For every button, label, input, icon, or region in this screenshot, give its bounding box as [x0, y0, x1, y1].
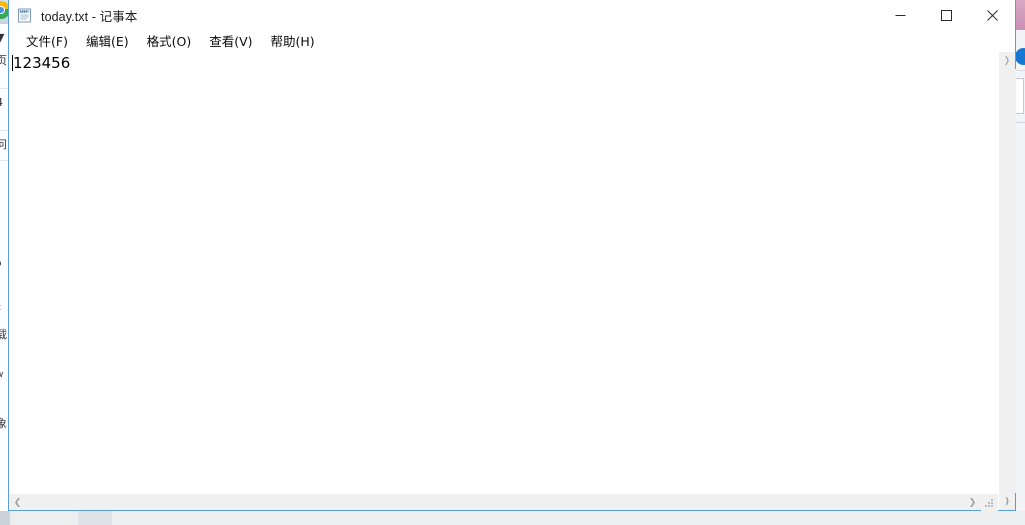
minimize-icon	[895, 14, 905, 16]
background-glyph: ▼	[0, 31, 4, 44]
background-glyph: 象	[0, 415, 7, 431]
blue-circle-icon	[1015, 48, 1025, 65]
close-button[interactable]	[969, 0, 1015, 30]
editor-line: 123456	[10, 54, 998, 72]
background-glyph: w	[0, 370, 3, 380]
background-glyph: c	[0, 303, 1, 313]
menu-item-edit[interactable]: 编辑(E)	[77, 29, 138, 53]
text-editor[interactable]: 123456	[9, 52, 998, 493]
background-taskbar-chip	[78, 511, 112, 525]
maximize-icon	[940, 9, 952, 21]
vertical-scroll-track[interactable]	[998, 69, 1016, 493]
horizontal-scroll-track[interactable]	[26, 494, 964, 511]
background-glyph: 载	[0, 326, 7, 342]
window-title: today.txt - 记事本	[41, 9, 138, 24]
menu-item-help[interactable]: 帮助(H)	[262, 29, 324, 53]
chevron-right-icon[interactable]: ❯	[964, 494, 981, 511]
maximize-button[interactable]	[923, 0, 969, 30]
resize-grip-icon[interactable]	[981, 494, 998, 511]
menu-item-format[interactable]: 格式(O)	[138, 29, 201, 53]
minimize-button[interactable]	[877, 0, 923, 30]
background-bottom-strip	[0, 511, 1025, 525]
title-bar-left: today.txt - 记事本	[9, 6, 137, 25]
vertical-scrollbar[interactable]: ❭ ❫	[998, 52, 1016, 510]
chevron-down-icon[interactable]: ❫	[999, 493, 1016, 510]
menu-bar: 文件(F) 编辑(E) 格式(O) 查看(V) 帮助(H)	[9, 30, 1015, 52]
window-controls	[877, 0, 1015, 30]
background-glyph: o	[0, 259, 2, 269]
horizontal-scrollbar[interactable]: ❮ ❯	[9, 493, 998, 511]
editor-column: 123456 ❮ ❯	[9, 52, 998, 511]
notepad-window: today.txt - 记事本 文件(F) 编辑(E) 格式(O) 查看(V) …	[8, 0, 1016, 511]
background-taskbar-chip	[0, 511, 10, 525]
menu-item-file[interactable]: 文件(F)	[17, 29, 77, 53]
chevron-up-icon[interactable]: ❭	[999, 52, 1016, 69]
background-glyph: 4	[0, 96, 3, 109]
editor-region: 123456 ❮ ❯ ❭ ❫	[9, 52, 1016, 511]
title-bar[interactable]: today.txt - 记事本	[9, 0, 1015, 30]
chevron-left-icon[interactable]: ❮	[9, 494, 26, 511]
notepad-icon	[16, 7, 33, 24]
horizontal-scroll-area[interactable]: ❮ ❯	[9, 494, 981, 510]
editor-text: 123456	[13, 54, 71, 72]
background-glyph: 问	[0, 136, 7, 152]
background-glyph: 页	[0, 52, 7, 68]
menu-item-view[interactable]: 查看(V)	[200, 29, 261, 53]
close-icon	[986, 9, 998, 21]
